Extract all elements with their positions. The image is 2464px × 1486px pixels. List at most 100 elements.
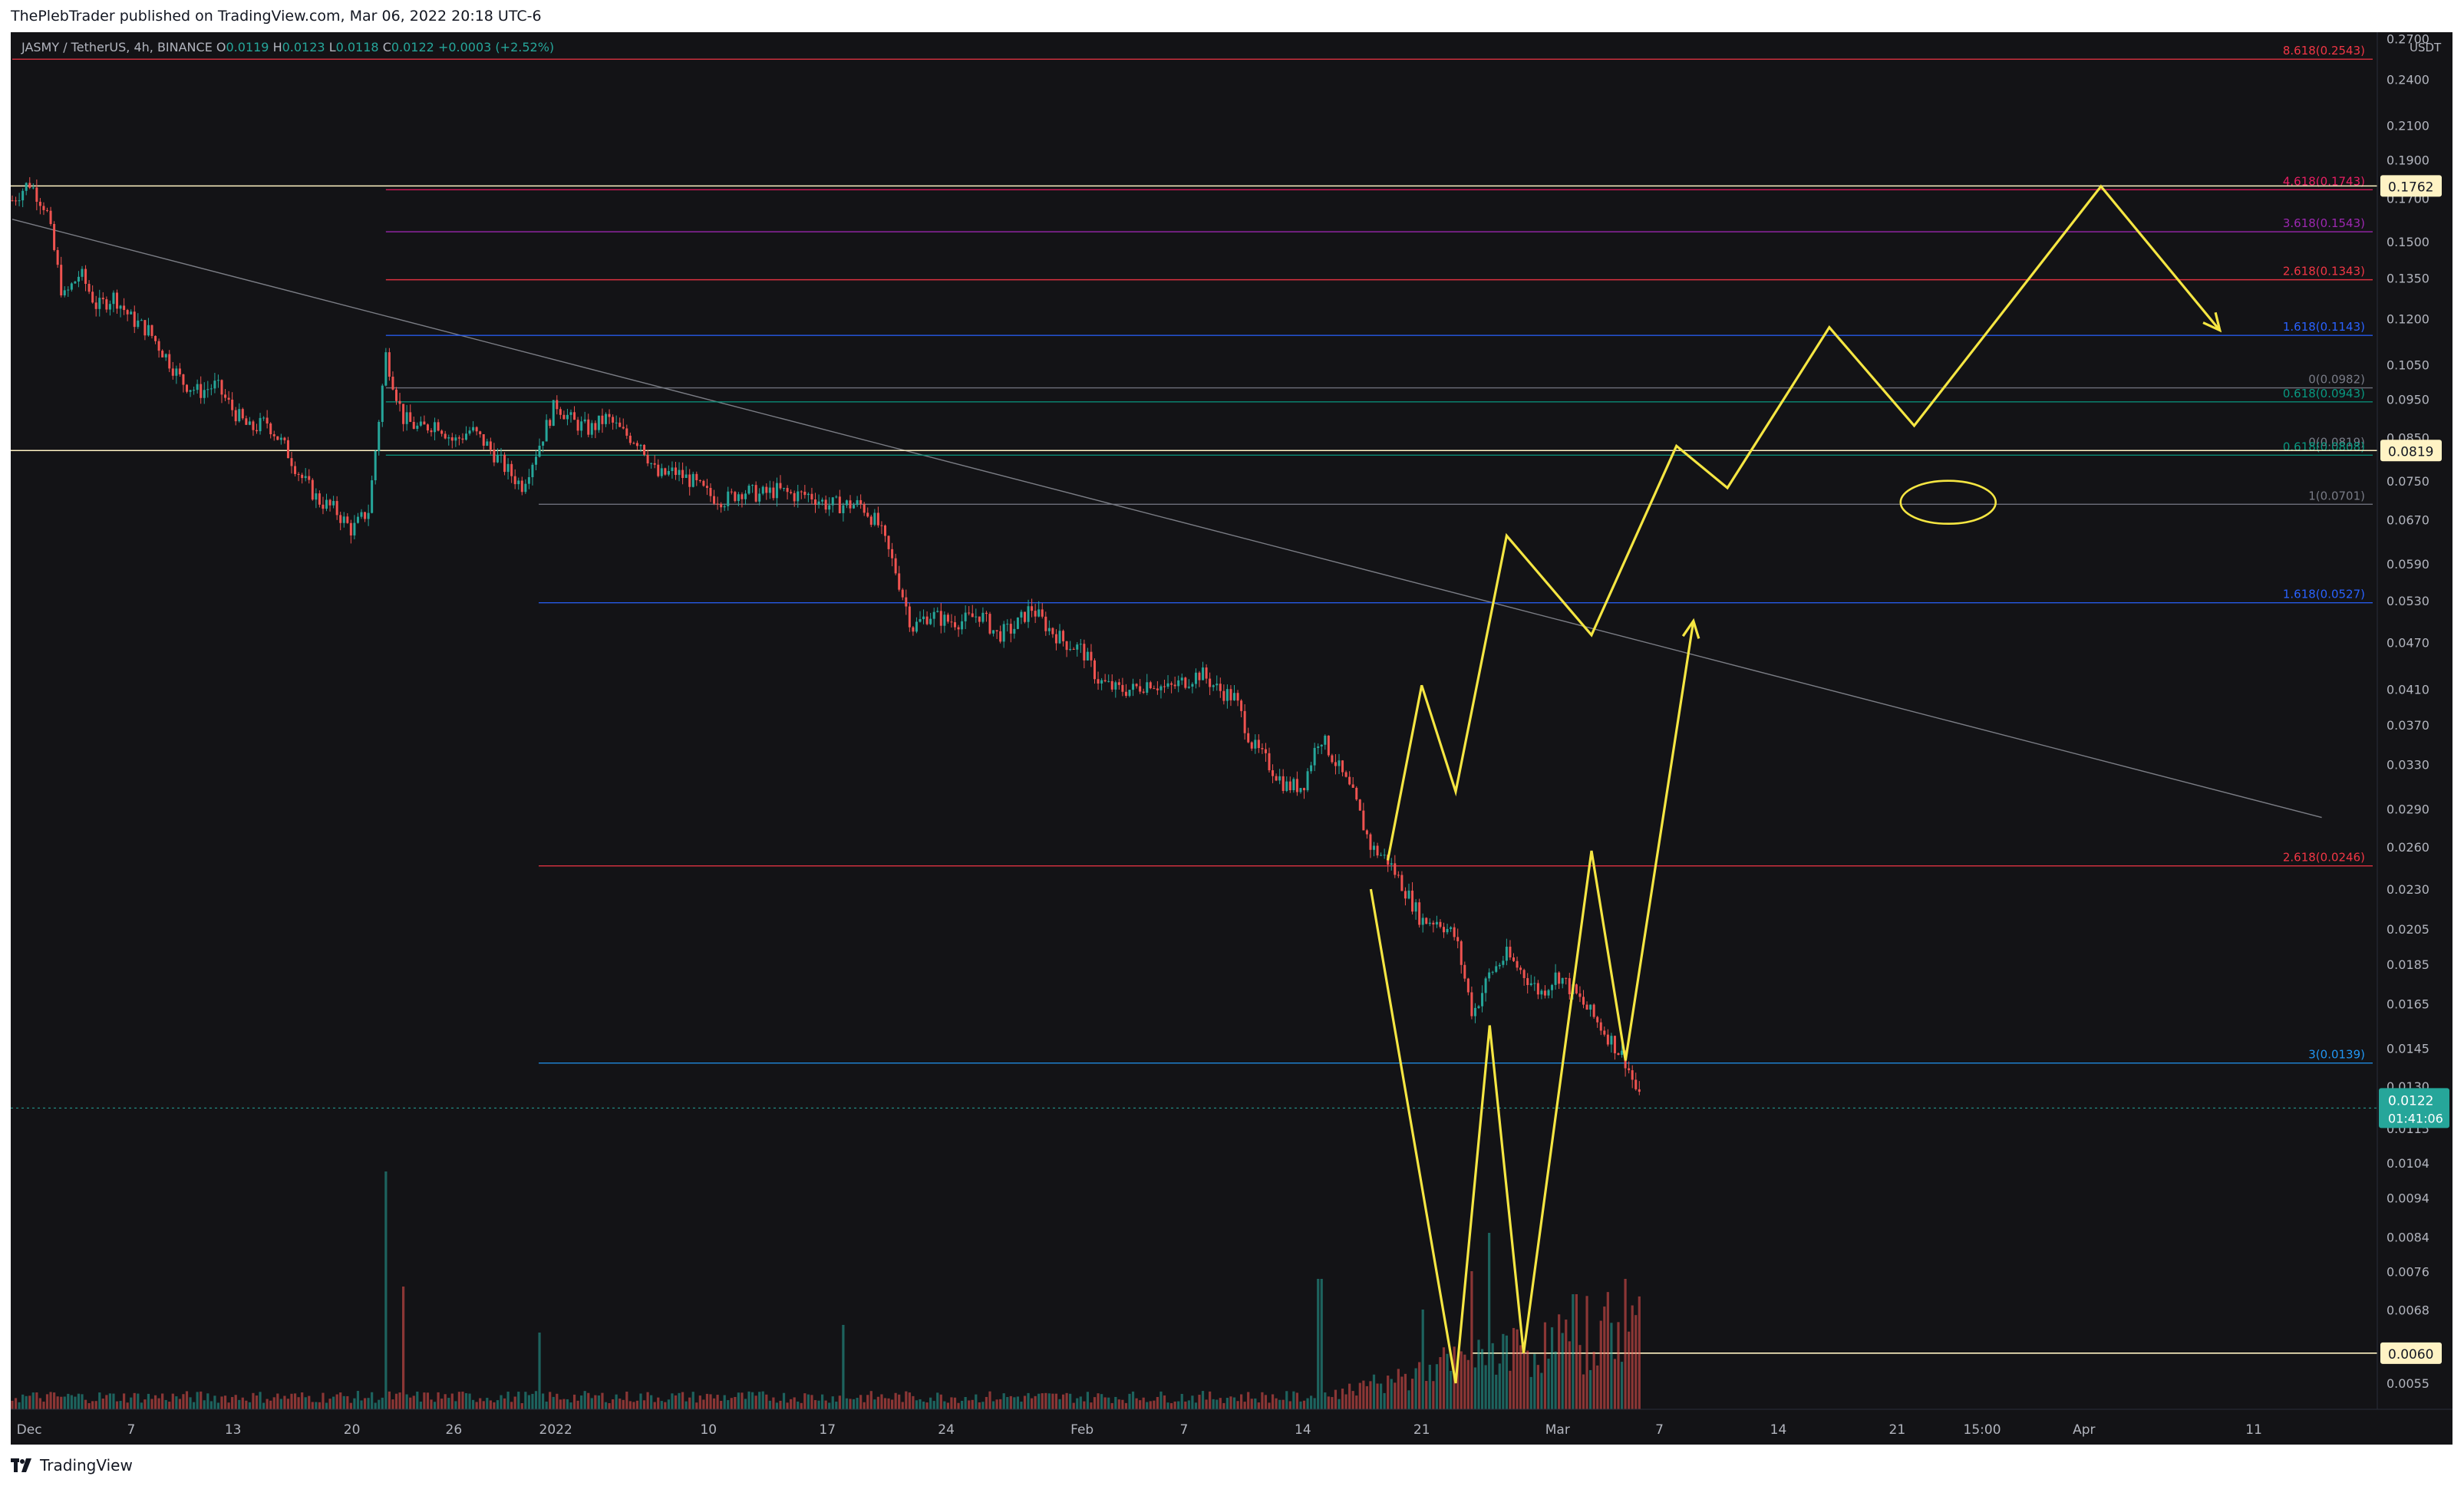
volume-bar: [919, 1399, 922, 1409]
time-tick-label: 21: [1889, 1422, 1906, 1438]
volume-bar: [91, 1401, 94, 1409]
volume-bar: [642, 1400, 646, 1409]
volume-bar: [1561, 1333, 1564, 1409]
candle-body: [887, 535, 890, 549]
volume-bar: [1380, 1383, 1383, 1409]
candle-body: [758, 493, 761, 502]
candle-body: [1261, 748, 1264, 750]
volume-bar: [1216, 1399, 1219, 1409]
candle-body: [985, 612, 988, 614]
price-unit-label: USDT: [2410, 41, 2442, 54]
price-tick-label: 0.0530: [2386, 594, 2429, 608]
candle-body: [335, 501, 338, 516]
candle-body: [695, 473, 698, 480]
volume-bar: [259, 1392, 262, 1409]
candle-body: [1327, 735, 1330, 756]
volume-bar: [1016, 1396, 1019, 1409]
candle-body: [1634, 1079, 1638, 1089]
candle-body: [992, 630, 995, 634]
candle-body: [853, 505, 856, 509]
volume-bar: [363, 1398, 367, 1409]
candle-body: [56, 249, 59, 265]
volume-bar: [150, 1399, 153, 1409]
volume-bar: [1565, 1320, 1568, 1409]
volume-bar: [1341, 1389, 1344, 1409]
candle-body: [1509, 947, 1512, 957]
candle-body: [356, 516, 359, 523]
candle-body: [1498, 964, 1501, 967]
volume-bar: [269, 1400, 272, 1409]
volume-bar: [751, 1392, 754, 1409]
volume-bar: [790, 1399, 793, 1409]
volume-bar: [775, 1402, 779, 1409]
volume-bar: [1306, 1398, 1309, 1409]
volume-bar: [426, 1392, 430, 1409]
volume-bar: [1020, 1402, 1023, 1409]
volume-bar: [782, 1392, 786, 1409]
candle-body: [38, 202, 41, 206]
candle-body: [988, 614, 991, 634]
candle-body: [866, 512, 869, 517]
price-chart[interactable]: 8.618(0.2543)4.618(0.1743)3.618(0.1543)2…: [11, 32, 2452, 1445]
candle-body: [1477, 1006, 1480, 1008]
volume-bar: [164, 1399, 167, 1409]
close-label: C: [382, 40, 391, 54]
chart-panel[interactable]: 8.618(0.2543) 4.618(0.1743) 3.618(0.1543) 2…: [11, 32, 2452, 1445]
candle-body: [737, 494, 740, 502]
volume-bar: [842, 1325, 845, 1409]
price-tick-label: 0.0068: [2386, 1303, 2429, 1317]
volume-bar: [1295, 1392, 1298, 1409]
volume-bar: [1009, 1395, 1012, 1409]
candle-body: [601, 415, 604, 424]
candle-body: [279, 437, 282, 440]
tradingview-logo[interactable]: TradingView: [11, 1456, 133, 1474]
candle-body: [1554, 972, 1557, 985]
candle-body: [259, 417, 262, 432]
candle-body: [1093, 660, 1096, 680]
candle-body: [1394, 863, 1397, 875]
volume-bar: [786, 1402, 789, 1409]
volume-bar: [1236, 1401, 1239, 1409]
candle-body: [803, 491, 806, 496]
volume-bar: [1247, 1392, 1250, 1409]
candle-body: [130, 311, 133, 315]
volume-bar: [482, 1401, 485, 1409]
candle-body: [828, 505, 831, 510]
candle-body: [876, 512, 879, 526]
fib-level-label: 3(0.0139): [2308, 1048, 2365, 1062]
volume-bar: [838, 1395, 841, 1409]
time-tick-label: Apr: [2073, 1422, 2095, 1438]
volume-bar: [346, 1395, 349, 1409]
candle-body: [1013, 628, 1016, 634]
price-tick-label: 0.0104: [2386, 1156, 2429, 1171]
candle-body: [200, 384, 203, 398]
candle-body: [1031, 606, 1034, 611]
volume-bar: [664, 1402, 667, 1409]
candle-body: [597, 415, 600, 430]
candle-body: [381, 385, 384, 422]
volume-bar: [1418, 1362, 1421, 1409]
volume-bar: [556, 1393, 559, 1409]
volume-bar: [720, 1401, 723, 1409]
volume-bar: [915, 1400, 919, 1409]
time-tick-label: 26: [446, 1422, 463, 1438]
volume-bar: [576, 1400, 579, 1409]
candle-body: [783, 488, 786, 489]
volume-bar: [813, 1400, 817, 1409]
candle-body: [1380, 855, 1383, 856]
candle-body: [720, 503, 723, 508]
candle-body: [1009, 624, 1012, 634]
volume-bar: [597, 1395, 600, 1409]
candle-body: [164, 354, 167, 357]
candle-body: [1565, 977, 1568, 979]
candle-body: [863, 503, 866, 513]
volume-bar: [622, 1399, 625, 1409]
volume-bar: [304, 1397, 307, 1409]
candle-body: [1599, 1022, 1602, 1031]
volume-bar: [293, 1393, 297, 1409]
volume-bar: [688, 1397, 691, 1409]
countdown-text: 01:41:06: [2388, 1111, 2443, 1125]
volume-bar: [77, 1393, 81, 1409]
candle-body: [1083, 644, 1086, 661]
candle-body: [549, 420, 552, 427]
